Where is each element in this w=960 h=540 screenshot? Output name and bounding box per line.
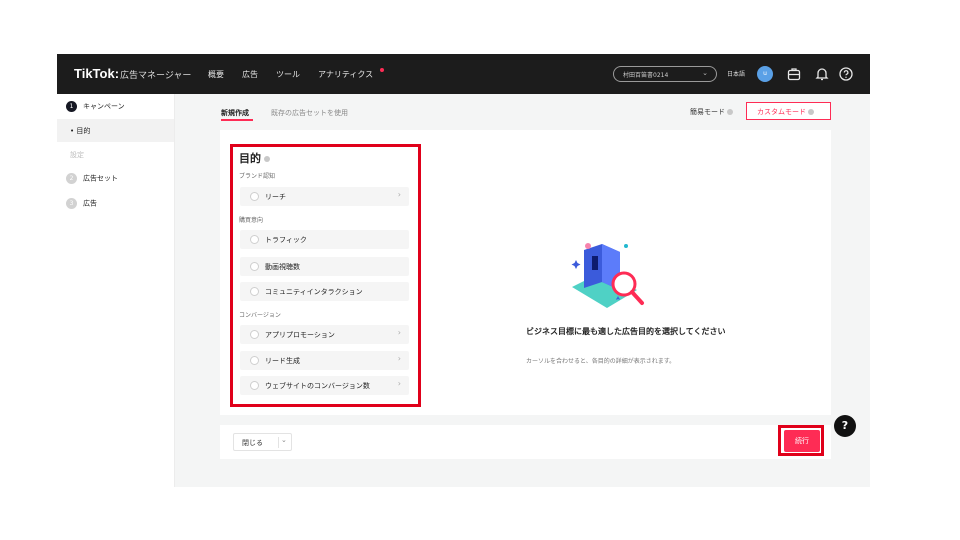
- briefcase-icon[interactable]: [786, 66, 802, 82]
- simple-mode-toggle[interactable]: 簡易モード: [690, 107, 733, 117]
- divider: [278, 437, 279, 448]
- nav-tools[interactable]: ツール: [276, 69, 300, 80]
- map-search-illustration: [571, 243, 644, 308]
- info-icon: [727, 109, 733, 115]
- highlight-frame-objectives: [230, 144, 421, 407]
- hint-title: ビジネス目標に最も適した広告目的を選択してください: [526, 327, 726, 336]
- highlight-frame-continue: [778, 425, 824, 456]
- language-selector[interactable]: 日本語: [727, 69, 745, 78]
- bell-icon[interactable]: [814, 66, 830, 82]
- footer-bar: [220, 425, 831, 459]
- tools-notification-dot: [380, 68, 384, 72]
- tiktok-logo[interactable]: TikTok:広告マネージャー: [74, 66, 191, 81]
- sidebar-step-adset[interactable]: 2 広告セット: [66, 173, 118, 184]
- sidebar: 1 キャンペーン • 目的 設定 2 広告セット 3 広告: [57, 94, 175, 487]
- info-icon: [808, 109, 814, 115]
- custom-mode-toggle[interactable]: カスタムモード: [746, 102, 831, 120]
- nav-analytics[interactable]: アナリティクス: [318, 69, 373, 80]
- hint-text: カーソルを合わせると、各目的の詳細が表示されます。: [526, 358, 676, 365]
- sidebar-item-objective[interactable]: • 目的: [57, 119, 174, 142]
- tab-use-existing[interactable]: 既存の広告セットを使用: [271, 108, 348, 118]
- nav-overview[interactable]: 概要: [208, 69, 224, 80]
- tab-active-indicator: [221, 119, 253, 121]
- help-button[interactable]: ?: [834, 415, 856, 437]
- nav-ads[interactable]: 広告: [242, 69, 258, 80]
- chevron-down-icon: ⌄: [702, 69, 708, 77]
- chevron-down-icon[interactable]: ⌄: [281, 436, 287, 444]
- app-window: TikTok:広告マネージャー 概要 広告 ツール アナリティクス 村田百笛書0…: [57, 54, 870, 487]
- help-circle-icon[interactable]: [838, 66, 854, 82]
- top-bar: TikTok:広告マネージャー 概要 広告 ツール アナリティクス 村田百笛書0…: [57, 54, 870, 94]
- sidebar-item-settings: 設定: [70, 151, 84, 159]
- tab-create-new[interactable]: 新規作成: [221, 108, 249, 118]
- avatar[interactable]: u: [757, 66, 773, 82]
- account-selector[interactable]: 村田百笛書0214 ⌄: [613, 66, 717, 82]
- sidebar-step-ad[interactable]: 3 広告: [66, 198, 97, 209]
- sidebar-step-campaign[interactable]: 1 キャンペーン: [66, 101, 125, 112]
- close-button[interactable]: 閉じる ⌄: [233, 433, 292, 451]
